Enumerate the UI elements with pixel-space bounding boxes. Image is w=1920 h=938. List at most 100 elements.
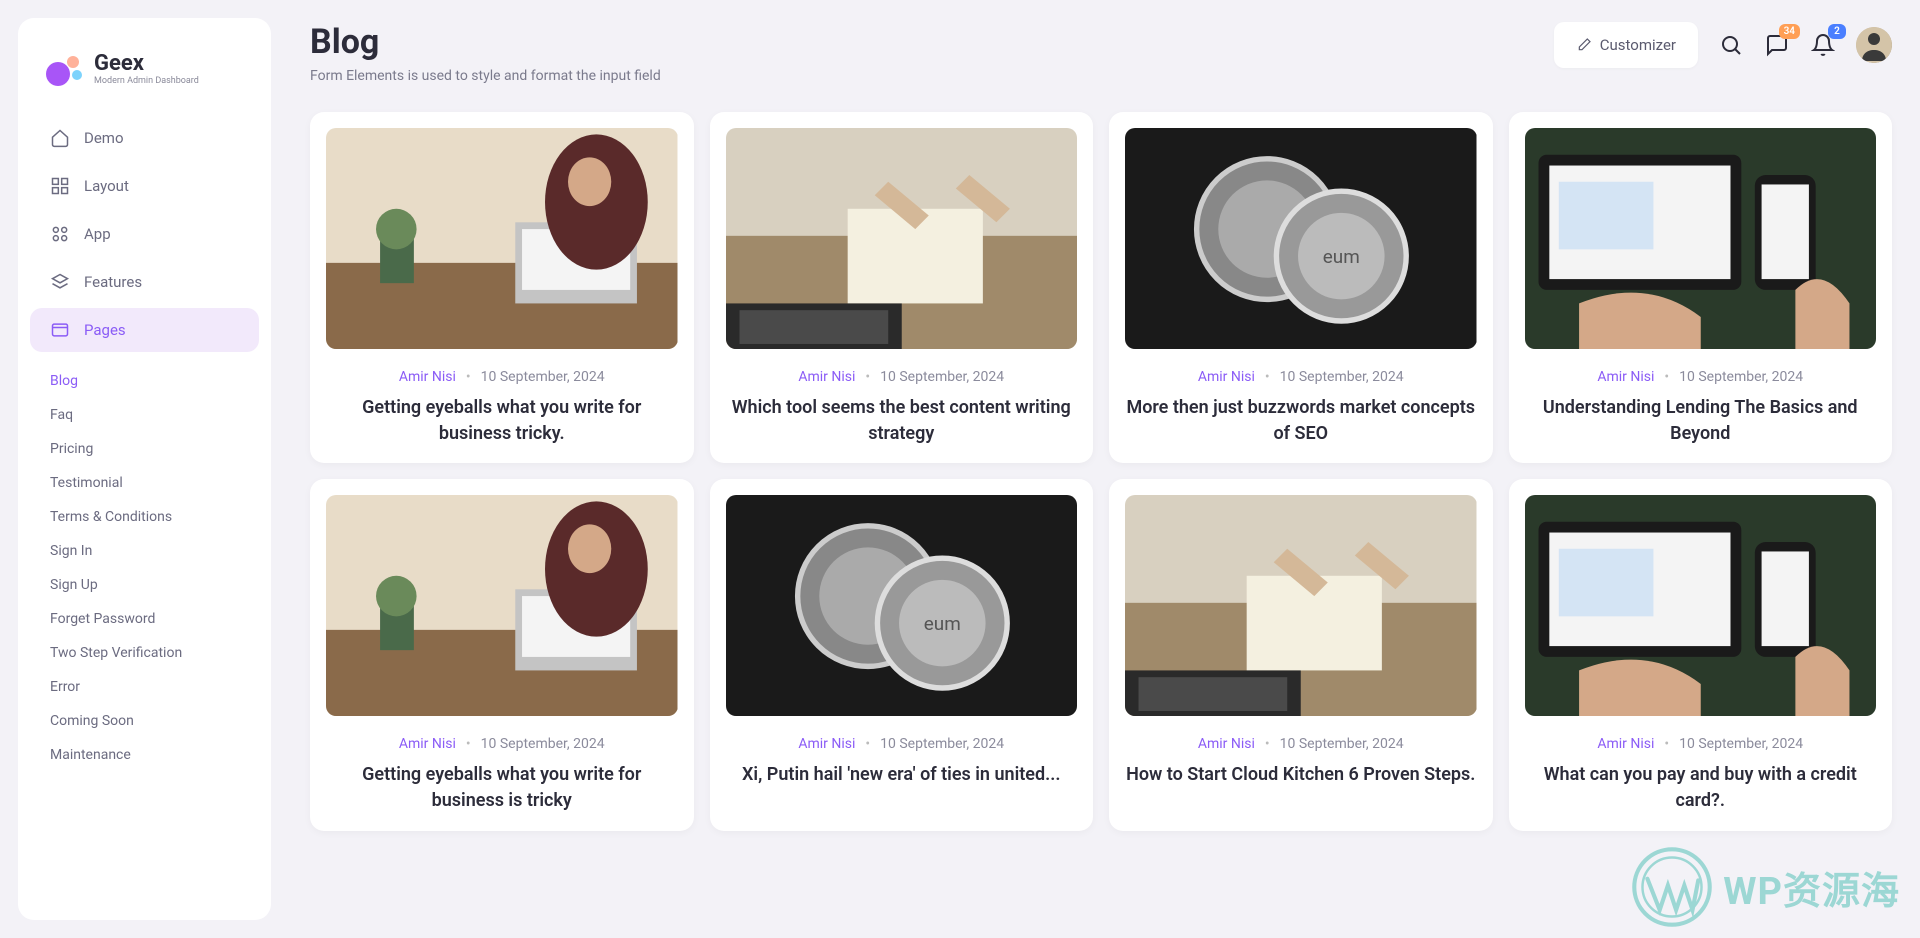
separator-dot: • [466,736,471,752]
blog-author: Amir Nisi [399,736,456,752]
separator-dot: • [1664,736,1669,752]
blog-card[interactable]: Amir Nisi • 10 September, 2024 Which too… [710,112,1094,463]
user-avatar[interactable] [1856,27,1892,63]
layout-icon [50,176,70,196]
blog-author: Amir Nisi [798,736,855,752]
blog-author: Amir Nisi [1198,736,1255,752]
subnav-forget-password[interactable]: Forget Password [50,602,259,636]
subnav-terms[interactable]: Terms & Conditions [50,500,259,534]
blog-meta: Amir Nisi • 10 September, 2024 [326,736,678,752]
search-icon [1719,33,1743,57]
notif-badge: 2 [1828,24,1846,39]
main-content: Blog Form Elements is used to style and … [290,0,1920,859]
title-block: Blog Form Elements is used to style and … [310,22,661,84]
blog-thumbnail [1525,495,1877,716]
subnav-signup[interactable]: Sign Up [50,568,259,602]
separator-dot: • [865,736,870,752]
blog-author: Amir Nisi [1597,736,1654,752]
brand-title: Geex [94,51,199,76]
blog-meta: Amir Nisi • 10 September, 2024 [1125,369,1477,385]
subnav-faq[interactable]: Faq [50,398,259,432]
blog-meta: Amir Nisi • 10 September, 2024 [1525,369,1877,385]
sidebar-item-layout[interactable]: Layout [30,164,259,208]
sidebar-item-app[interactable]: App [30,212,259,256]
sidebar-item-label: App [84,225,111,243]
separator-dot: • [1265,369,1270,385]
blog-thumbnail [726,128,1078,349]
blog-date: 10 September, 2024 [1679,369,1803,385]
separator-dot: • [1664,369,1669,385]
blog-card[interactable]: Amir Nisi • 10 September, 2024 Getting e… [310,112,694,463]
separator-dot: • [865,369,870,385]
blog-meta: Amir Nisi • 10 September, 2024 [726,369,1078,385]
blog-meta: Amir Nisi • 10 September, 2024 [726,736,1078,752]
blog-author: Amir Nisi [1198,369,1255,385]
blog-card[interactable]: eum Amir Nisi • 10 September, 2024 More … [1109,112,1493,463]
blog-thumbnail [326,495,678,716]
blog-date: 10 September, 2024 [481,369,605,385]
layers-icon [50,272,70,292]
sidebar-item-label: Pages [84,321,126,339]
logo-mark-icon [46,48,86,88]
brand-subtitle: Modern Admin Dashboard [94,76,199,86]
blog-grid: Amir Nisi • 10 September, 2024 Getting e… [310,112,1892,831]
blog-title: Xi, Putin hail 'new era' of ties in unit… [726,762,1078,788]
customizer-button[interactable]: Customizer [1554,22,1698,68]
home-icon [50,128,70,148]
main-nav: Demo Layout App Features Pages Blog Faq … [30,116,259,772]
blog-card[interactable]: Amir Nisi • 10 September, 2024 Getting e… [310,479,694,830]
sidebar-item-pages[interactable]: Pages [30,308,259,352]
blog-title: Which tool seems the best content writin… [726,395,1078,447]
svg-text:eum: eum [1323,245,1360,268]
page-title: Blog [310,22,661,62]
blog-title: How to Start Cloud Kitchen 6 Proven Step… [1125,762,1477,788]
blog-date: 10 September, 2024 [481,736,605,752]
sidebar-item-demo[interactable]: Demo [30,116,259,160]
pages-icon [50,320,70,340]
separator-dot: • [1265,736,1270,752]
pencil-icon [1576,37,1592,53]
blog-card[interactable]: Amir Nisi • 10 September, 2024 How to St… [1109,479,1493,830]
notifications-button[interactable]: 2 [1810,32,1836,58]
blog-card[interactable]: Amir Nisi • 10 September, 2024 Understan… [1509,112,1893,463]
blog-card[interactable]: Amir Nisi • 10 September, 2024 What can … [1509,479,1893,830]
customizer-label: Customizer [1600,36,1676,54]
logo[interactable]: Geex Modern Admin Dashboard [30,48,259,116]
subnav-signin[interactable]: Sign In [50,534,259,568]
blog-title: Getting eyeballs what you write for busi… [326,395,678,447]
blog-author: Amir Nisi [798,369,855,385]
sidebar: Geex Modern Admin Dashboard Demo Layout … [18,18,271,920]
page-subtitle: Form Elements is used to style and forma… [310,68,661,84]
chat-button[interactable]: 34 [1764,32,1790,58]
separator-dot: • [466,369,471,385]
chat-badge: 34 [1779,24,1800,39]
subnav-testimonial[interactable]: Testimonial [50,466,259,500]
blog-title: More then just buzzwords market concepts… [1125,395,1477,447]
subnav-pricing[interactable]: Pricing [50,432,259,466]
subnav-coming-soon[interactable]: Coming Soon [50,704,259,738]
blog-thumbnail: eum [1125,128,1477,349]
blog-date: 10 September, 2024 [880,736,1004,752]
blog-date: 10 September, 2024 [1280,369,1404,385]
sidebar-item-features[interactable]: Features [30,260,259,304]
subnav-maintenance[interactable]: Maintenance [50,738,259,772]
sidebar-item-label: Features [84,273,142,291]
blog-title: Understanding Lending The Basics and Bey… [1525,395,1877,447]
blog-card[interactable]: eum Amir Nisi • 10 September, 2024 Xi, P… [710,479,1094,830]
app-icon [50,224,70,244]
subnav-two-step[interactable]: Two Step Verification [50,636,259,670]
avatar-icon [1856,27,1892,63]
search-button[interactable] [1718,32,1744,58]
blog-thumbnail [326,128,678,349]
blog-meta: Amir Nisi • 10 September, 2024 [1525,736,1877,752]
watermark-text: WP资源海 [1723,860,1900,915]
blog-meta: Amir Nisi • 10 September, 2024 [1125,736,1477,752]
blog-title: Getting eyeballs what you write for busi… [326,762,678,814]
blog-author: Amir Nisi [399,369,456,385]
topbar: Blog Form Elements is used to style and … [310,22,1892,84]
blog-author: Amir Nisi [1597,369,1654,385]
subnav-error[interactable]: Error [50,670,259,704]
svg-text:eum: eum [923,612,960,635]
subnav-blog[interactable]: Blog [50,364,259,398]
blog-thumbnail [1125,495,1477,716]
